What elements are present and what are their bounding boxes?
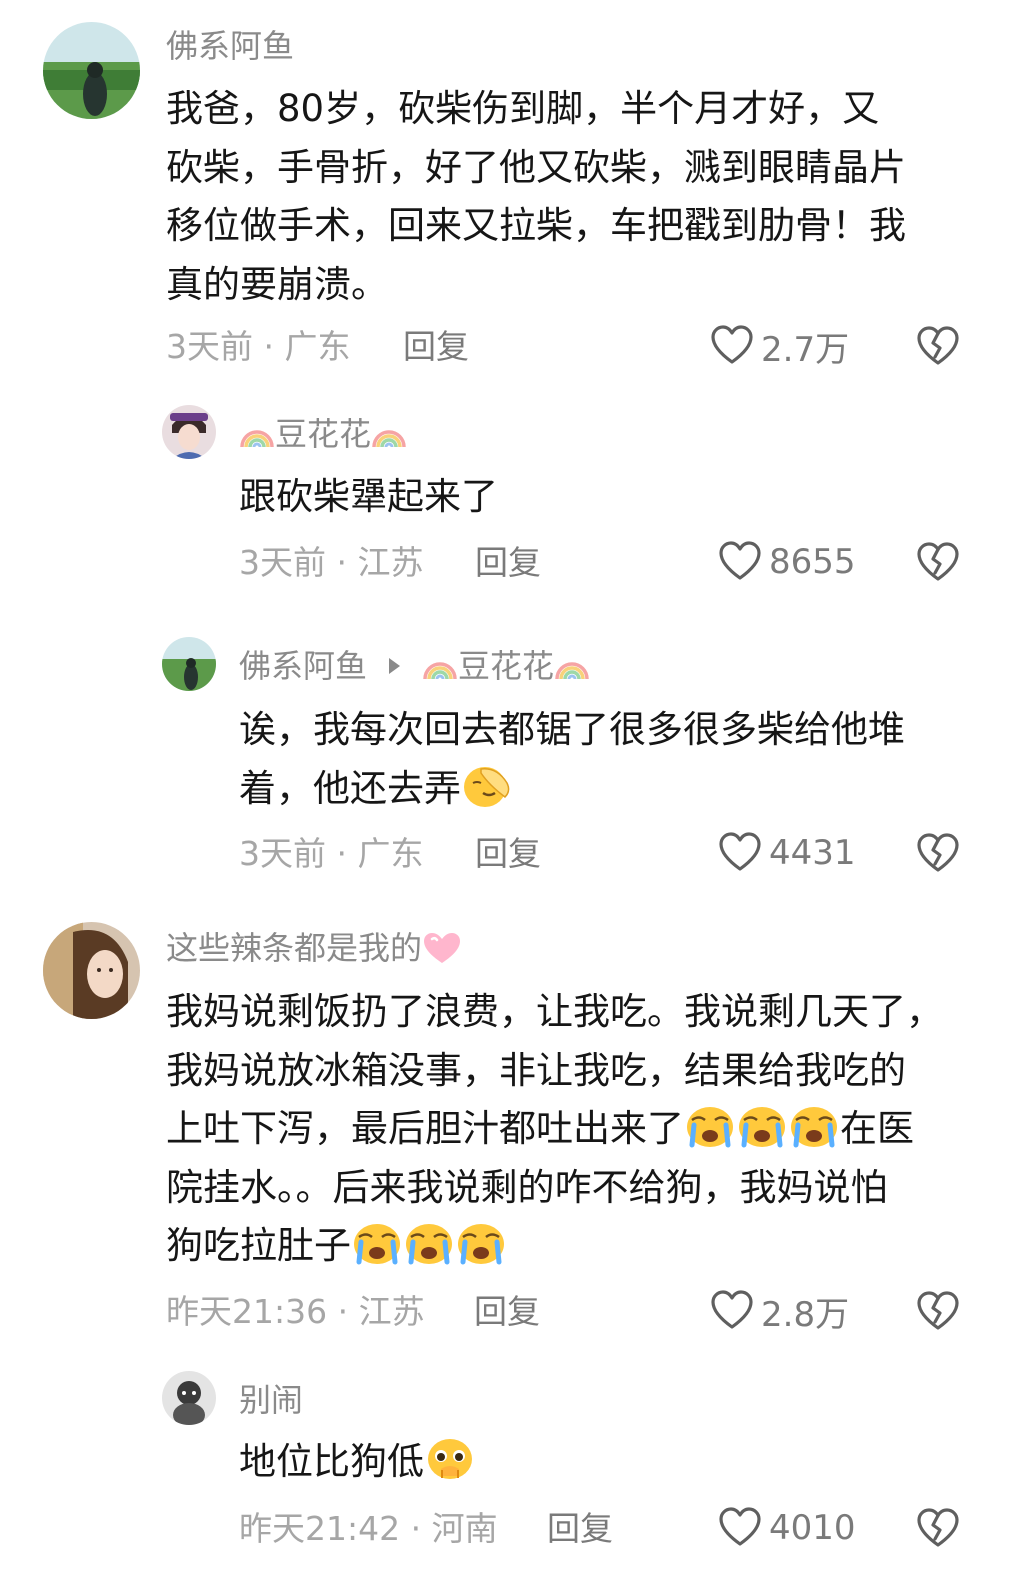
like-button[interactable]: 2.7万 bbox=[710, 324, 850, 370]
like-count: 8655 bbox=[769, 542, 856, 582]
reply-meta: 昨天21:42 · 河南 bbox=[239, 1509, 498, 1548]
reply-line: 诶，我每次回去都锯了很多很多柴给他堆 bbox=[239, 708, 905, 751]
comment-username[interactable]: 这些辣条都是我的 bbox=[166, 928, 462, 968]
heart-outline-icon bbox=[710, 1289, 754, 1333]
like-button[interactable]: 4010 bbox=[718, 1506, 856, 1550]
reply-button[interactable]: 回复 bbox=[403, 327, 469, 367]
crying-emoji-icon bbox=[684, 1103, 736, 1149]
rainbow-icon bbox=[554, 649, 590, 681]
avatar[interactable] bbox=[162, 637, 216, 691]
rainbow-icon bbox=[239, 417, 275, 449]
reply-to-username: 豆花花 bbox=[458, 647, 555, 685]
like-count: 2.7万 bbox=[761, 329, 850, 370]
avatar[interactable] bbox=[43, 922, 140, 1019]
crying-emoji-icon bbox=[455, 1220, 507, 1266]
heart-outline-icon bbox=[718, 1506, 762, 1550]
comment-line: 我妈说放冰箱没事，非让我吃，结果给我吃的 bbox=[166, 1048, 906, 1092]
pink-heart-icon bbox=[422, 931, 462, 965]
reply-body: 跟砍柴犟起来了 bbox=[239, 468, 498, 527]
reply-username[interactable]: 佛系阿鱼 豆花花 bbox=[239, 646, 590, 686]
heart-outline-icon bbox=[710, 324, 754, 368]
broken-heart-icon[interactable] bbox=[916, 324, 960, 368]
like-button[interactable]: 4431 bbox=[718, 831, 856, 875]
reply-button[interactable]: 回复 bbox=[475, 543, 541, 583]
comment-username[interactable]: 佛系阿鱼 bbox=[166, 26, 294, 66]
reply-username[interactable]: 别闹 bbox=[239, 1380, 303, 1420]
comment-line: 上吐下泻，最后胆汁都吐出来了 在医 bbox=[166, 1100, 943, 1159]
comment-line: 我妈说剩饭扔了浪费，让我吃。我说剩几天了， bbox=[166, 990, 943, 1033]
comment-meta: 3天前 · 广东 bbox=[166, 327, 351, 366]
comment-line: 真的要崩溃。 bbox=[166, 262, 388, 306]
broken-heart-icon[interactable] bbox=[916, 1289, 960, 1333]
reply-button[interactable]: 回复 bbox=[547, 1509, 613, 1549]
like-count: 4431 bbox=[769, 833, 856, 873]
avatar[interactable] bbox=[162, 405, 216, 459]
avatar[interactable] bbox=[43, 22, 140, 119]
heart-outline-icon bbox=[718, 540, 762, 584]
reply-line: 跟砍柴犟起来了 bbox=[239, 475, 498, 518]
reply-body: 诶，我每次回去都锯了很多很多柴给他堆 着，他还去弄 bbox=[239, 701, 905, 818]
broken-heart-icon[interactable] bbox=[916, 1506, 960, 1550]
avatar[interactable] bbox=[162, 1371, 216, 1425]
triangle-right-icon bbox=[389, 658, 401, 674]
comment-meta: 昨天21:36 · 江苏 bbox=[166, 1292, 425, 1331]
like-button[interactable]: 2.8万 bbox=[710, 1289, 850, 1335]
comment-line: 我爸，80岁，砍柴伤到脚，半个月才好，又 bbox=[166, 87, 880, 130]
rainbow-icon bbox=[371, 417, 407, 449]
comment-line: 狗吃拉肚子 bbox=[166, 1217, 943, 1276]
reply-meta: 3天前 · 江苏 bbox=[239, 543, 424, 582]
crying-emoji-icon bbox=[351, 1220, 403, 1266]
crying-emoji-icon bbox=[736, 1103, 788, 1149]
rainbow-icon bbox=[422, 649, 458, 681]
reply-username[interactable]: 豆花花 bbox=[239, 414, 407, 454]
facepalm-emoji-icon bbox=[461, 763, 513, 809]
comment-line: 院挂水。。后来我说剩的咋不给狗，我妈说怕 bbox=[166, 1165, 888, 1209]
comment-line: 砍柴，手骨折，好了他又砍柴，溅到眼睛晶片 bbox=[166, 145, 906, 189]
crying-emoji-icon bbox=[788, 1103, 840, 1149]
reply-meta: 3天前 · 广东 bbox=[239, 834, 424, 873]
like-count: 2.8万 bbox=[761, 1294, 850, 1335]
reply-line: 着，他还去弄 bbox=[239, 760, 905, 819]
comment-body: 我妈说剩饭扔了浪费，让我吃。我说剩几天了， 我妈说放冰箱没事，非让我吃，结果给我… bbox=[166, 983, 943, 1276]
like-button[interactable]: 8655 bbox=[718, 540, 856, 584]
reply-button[interactable]: 回复 bbox=[474, 1292, 540, 1332]
like-count: 4010 bbox=[769, 1508, 856, 1548]
broken-heart-icon[interactable] bbox=[916, 831, 960, 875]
reply-body: 地位比狗低 bbox=[239, 1433, 476, 1492]
crying-emoji-icon bbox=[403, 1220, 455, 1266]
comment-line: 移位做手术，回来又拉柴，车把戳到肋骨！我 bbox=[166, 204, 906, 247]
reply-button[interactable]: 回复 bbox=[475, 834, 541, 874]
pleading-face-emoji-icon bbox=[424, 1436, 476, 1482]
heart-outline-icon bbox=[718, 831, 762, 875]
comment-body: 我爸，80岁，砍柴伤到脚，半个月才好，又 砍柴，手骨折，好了他又砍柴，溅到眼睛晶… bbox=[166, 80, 906, 314]
reply-line: 地位比狗低 bbox=[239, 1433, 476, 1492]
broken-heart-icon[interactable] bbox=[916, 540, 960, 584]
